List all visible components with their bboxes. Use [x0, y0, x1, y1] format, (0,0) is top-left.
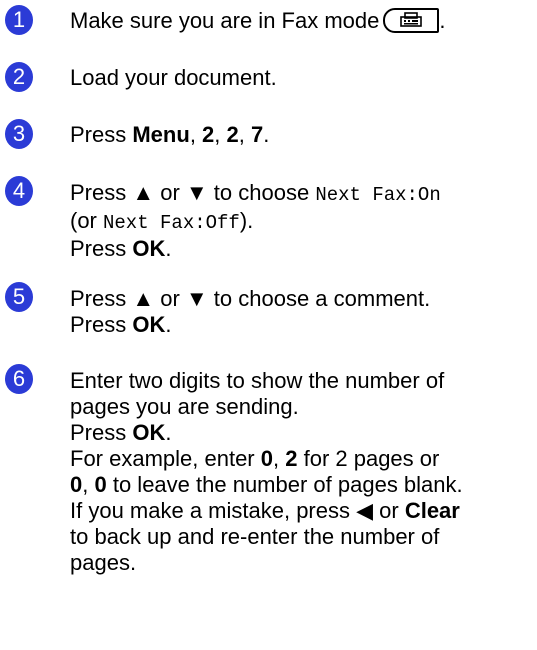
text: For example, enter [70, 446, 261, 471]
step-text: Press ▲ or ▼ to choose a comment. Press … [70, 286, 430, 338]
text: Press [70, 236, 133, 261]
step-number-badge: 6 [5, 364, 33, 394]
step-text: Load your document. [70, 65, 277, 91]
menu-key: Menu [132, 122, 190, 147]
text: , [214, 122, 227, 147]
step-text: Enter two digits to show the number of p… [70, 368, 463, 576]
step-text: Press Menu, 2, 2, 7. [70, 122, 269, 148]
step-text: Make sure you are in Fax mode. [70, 7, 446, 34]
text: to back up and re-enter the number of [70, 524, 440, 549]
text: Press [70, 312, 133, 337]
text: , [238, 122, 252, 147]
ok-key: OK [132, 312, 166, 337]
step-number-badge: 1 [5, 5, 33, 35]
step-text: Press ▲ or ▼ to choose Next Fax:On (or N… [70, 180, 441, 262]
key-2: 2 [202, 122, 215, 147]
step-2-text: Load your document. [70, 65, 277, 90]
key-0: 0 [70, 472, 83, 497]
text: (or [70, 208, 103, 233]
text: pages. [70, 550, 137, 575]
key-7: 7 [251, 122, 264, 147]
key-0: 0 [260, 446, 273, 471]
clear-key: Clear [404, 498, 460, 523]
text: ). [239, 208, 254, 233]
text: Press ▲ or ▼ to choose a comment. [70, 286, 431, 311]
text: , [82, 472, 95, 497]
key-0: 0 [94, 472, 107, 497]
text: If you make a mistake, press ◀ or [70, 498, 405, 523]
text: Enter two digits to show the number of [70, 368, 445, 393]
text: , [273, 446, 286, 471]
fax-icon [383, 7, 440, 33]
step-1-text: Make sure you are in Fax mode [70, 8, 380, 33]
step-number-badge: 5 [5, 282, 33, 312]
key-2: 2 [285, 446, 298, 471]
ok-key: OK [132, 420, 166, 445]
lcd-option: Next Fax:On [315, 184, 441, 206]
text: pages you are sending. [70, 394, 299, 419]
lcd-option: Next Fax:Off [103, 212, 240, 234]
text: Press [70, 122, 133, 147]
ok-key: OK [132, 236, 166, 261]
key-2: 2 [226, 122, 239, 147]
text: , [189, 122, 203, 147]
step-1-period: . [439, 8, 446, 33]
step-number-badge: 3 [5, 119, 33, 149]
text: for 2 pages or [297, 446, 440, 471]
step-number-badge: 2 [5, 62, 33, 92]
text: . [263, 122, 270, 147]
text: to leave the number of pages blank. [106, 472, 463, 497]
text: . [165, 420, 172, 445]
text: Press ▲ or ▼ to choose [70, 180, 316, 205]
text: . [165, 312, 172, 337]
text: Press [70, 420, 133, 445]
step-number-badge: 4 [5, 176, 33, 206]
text: . [165, 236, 172, 261]
